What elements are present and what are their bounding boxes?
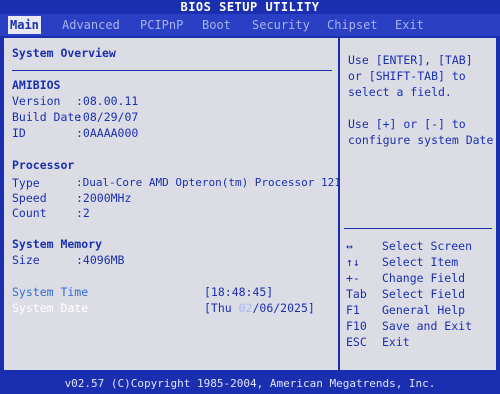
date-prefix: [Thu — [204, 301, 239, 315]
system-overview-heading: System Overview — [12, 46, 116, 60]
menu-bar: Main Advanced PCIPnP Boot Security Chips… — [0, 14, 500, 37]
count-label: Count — [12, 206, 47, 220]
version-value: :08.00.11 — [76, 94, 139, 108]
tab-advanced[interactable]: Advanced — [60, 16, 122, 34]
help-line-2: or [SHIFT-TAB] to — [348, 69, 466, 83]
arrows-horizontal-icon: ↔ — [346, 239, 353, 253]
plus-minus-key: +- — [346, 271, 360, 285]
bios-title: BIOS SETUP UTILITY — [0, 0, 500, 14]
system-time-value[interactable]: [18:48:45] — [204, 285, 273, 299]
size-value: :4096MB — [76, 253, 125, 267]
key-desc-select-item: Select Item — [382, 255, 459, 269]
type-value: :Dual-Core AMD Opteron(tm) Processor 121… — [76, 176, 348, 189]
system-memory-heading: System Memory — [12, 237, 103, 251]
speed-label: Speed — [12, 191, 47, 205]
date-suffix: /06/2025] — [252, 301, 315, 315]
f10-key: F10 — [346, 319, 367, 333]
overview-divider — [12, 70, 332, 71]
tab-chipset[interactable]: Chipset — [325, 16, 380, 34]
key-desc-exit: Exit — [382, 335, 410, 349]
arrows-vertical-icon: ↑↓ — [346, 255, 360, 269]
tab-exit[interactable]: Exit — [393, 16, 426, 34]
system-time-label[interactable]: System Time — [12, 285, 88, 299]
system-date-label[interactable]: System Date — [12, 301, 88, 315]
type-label: Type — [12, 176, 40, 190]
count-value: :2 — [76, 206, 90, 220]
key-desc-select-screen: Select Screen — [382, 239, 473, 253]
speed-value: :2000MHz — [76, 191, 132, 205]
size-label: Size — [12, 253, 40, 267]
system-date-value[interactable]: [Thu 02/06/2025] — [204, 301, 315, 315]
processor-heading: Processor — [12, 158, 75, 172]
version-label: Version — [12, 94, 61, 108]
build-date-value: :08/29/07 — [76, 110, 139, 124]
amibios-heading: AMIBIOS — [12, 78, 61, 92]
tab-security[interactable]: Security — [250, 16, 312, 34]
build-date-label: Build Date — [12, 110, 82, 124]
id-value: :0AAAA000 — [76, 126, 139, 140]
date-month-field[interactable]: 02 — [239, 301, 253, 315]
copyright-footer: v02.57 (C)Copyright 1985-2004, American … — [0, 374, 500, 394]
tab-pcipnp[interactable]: PCIPnP — [138, 16, 185, 34]
key-desc-general-help: General Help — [382, 303, 466, 317]
tab-key: Tab — [346, 287, 367, 301]
help-line-5: configure system Date. — [348, 133, 500, 147]
f1-key: F1 — [346, 303, 360, 317]
help-divider — [344, 228, 492, 229]
key-desc-change-field: Change Field — [382, 271, 466, 285]
help-line-1: Use [ENTER], [TAB] — [348, 53, 473, 67]
main-panel: System Overview AMIBIOS Version :08.00.1… — [4, 38, 348, 370]
help-line-3: select a field. — [348, 85, 452, 99]
id-label: ID — [12, 126, 26, 140]
help-panel: Use [ENTER], [TAB] or [SHIFT-TAB] to sel… — [340, 38, 500, 370]
esc-key: ESC — [346, 335, 367, 349]
key-desc-save-exit: Save and Exit — [382, 319, 473, 333]
help-line-4: Use [+] or [-] to — [348, 117, 466, 131]
key-desc-select-field: Select Field — [382, 287, 466, 301]
tab-main[interactable]: Main — [8, 16, 41, 34]
tab-boot[interactable]: Boot — [200, 16, 233, 34]
